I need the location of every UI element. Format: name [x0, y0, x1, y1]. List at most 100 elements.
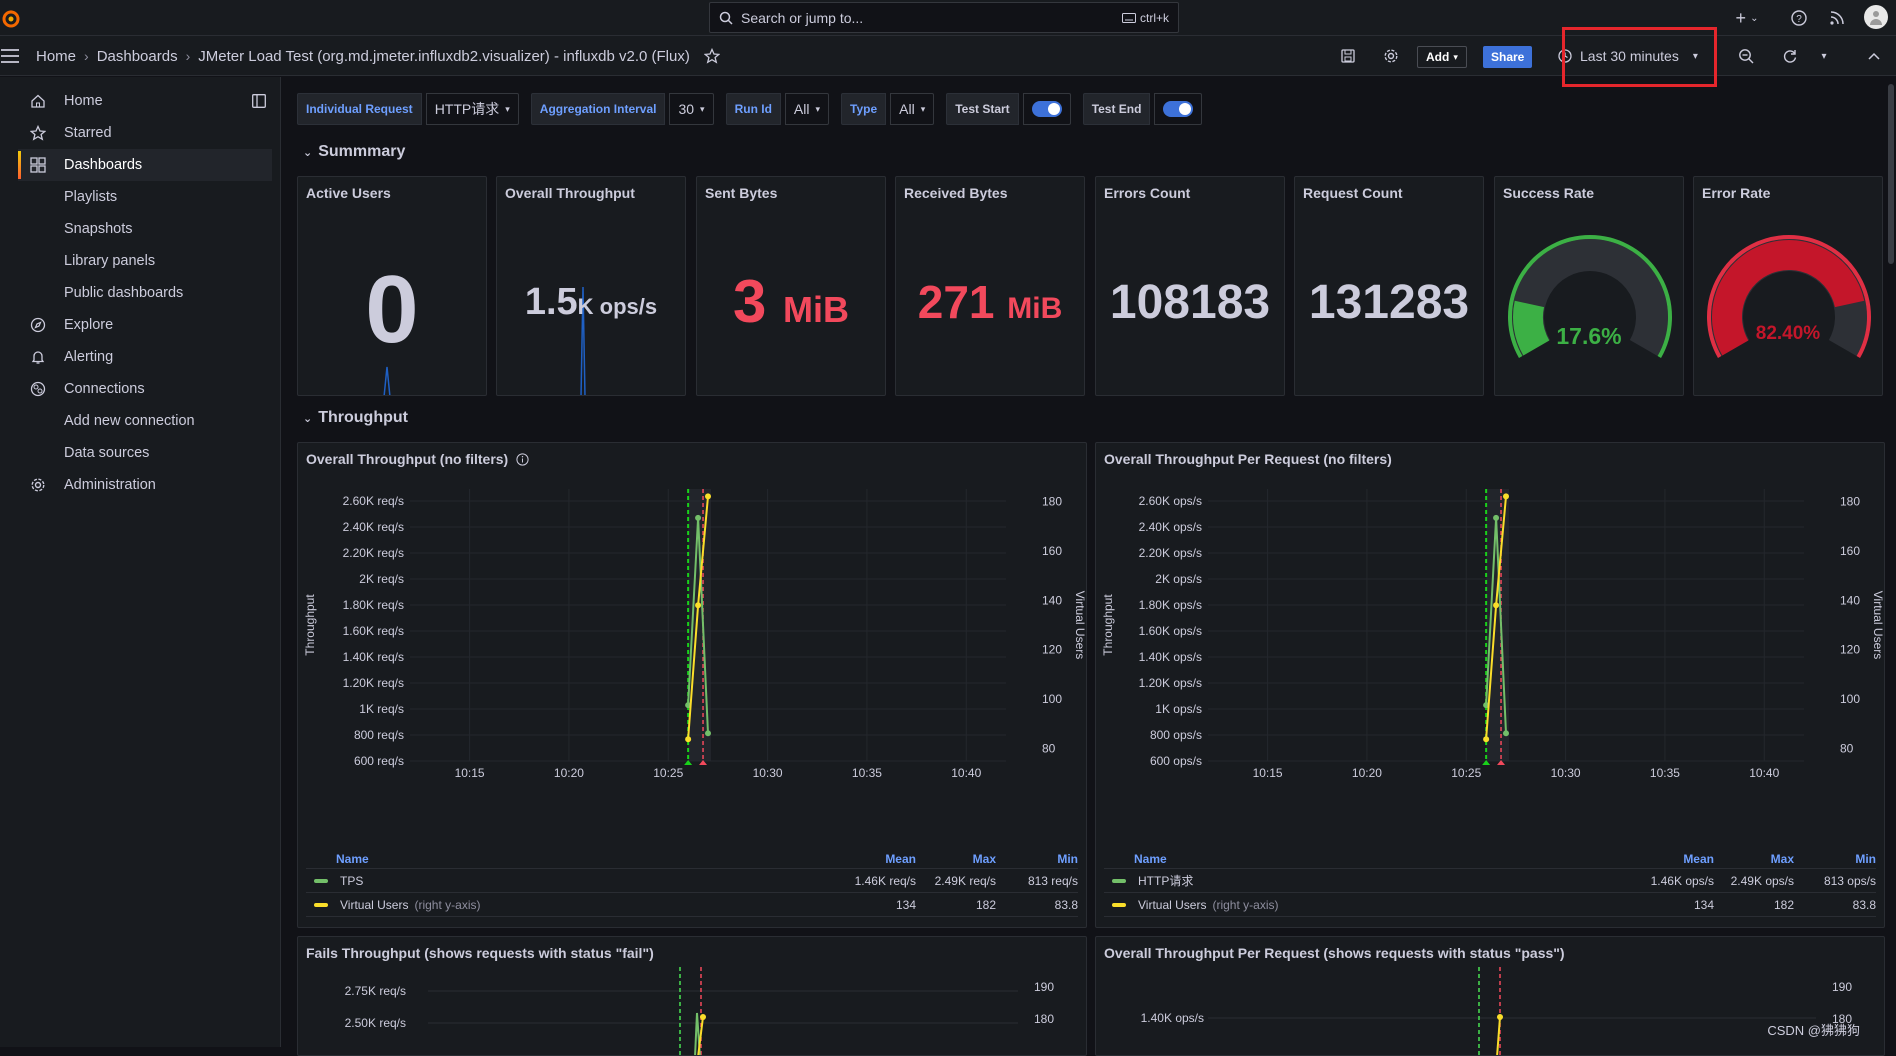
chart-legend: Name Mean Max Min HTTP请求 1.46K ops/s 2.4… — [1104, 849, 1876, 917]
legend-row[interactable]: HTTP请求 1.46K ops/s 2.49K ops/s 813 ops/s — [1104, 869, 1876, 893]
timeseries-panel-overall-throughput[interactable]: Overall Throughput (no filters) 600 req/… — [297, 442, 1087, 928]
zoom-out-icon[interactable] — [1736, 46, 1756, 66]
star-icon[interactable] — [704, 48, 720, 64]
var-select-type[interactable]: All▾ — [890, 93, 934, 125]
rss-news-icon[interactable] — [1827, 8, 1847, 28]
throughput-chart[interactable]: 600 req/s800 req/s1K req/s1.20K req/s1.4… — [298, 473, 1087, 843]
search-input[interactable]: Search or jump to... ctrl+k — [709, 2, 1179, 33]
search-shortcut: ctrl+k — [1122, 11, 1169, 25]
star-icon — [28, 123, 48, 143]
y2-tick-label: 100 — [1042, 692, 1062, 706]
refresh-interval-chevron-down-icon[interactable]: ▾ — [1814, 46, 1834, 66]
share-button[interactable]: Share — [1483, 46, 1532, 68]
row-summary[interactable]: ⌄ Summmary — [303, 143, 405, 161]
chevron-down-icon: ▾ — [921, 104, 926, 115]
sidebar-item-alerting[interactable]: Alerting — [18, 341, 272, 373]
y-tick-label: 600 ops/s — [1150, 754, 1202, 768]
y-tick-label: 800 ops/s — [1150, 728, 1202, 742]
toggle-switch[interactable] — [1163, 101, 1193, 117]
save-dashboard-icon[interactable] — [1338, 46, 1358, 66]
x-tick-label: 10:30 — [753, 766, 783, 780]
stat-panel-overall-throughput[interactable]: Overall Throughput 1.5K ops/s — [496, 176, 686, 396]
sidebar-item-data-sources[interactable]: Data sources — [18, 437, 272, 469]
timeseries-panel-fails-throughput[interactable]: Fails Throughput (shows requests with st… — [297, 936, 1087, 1056]
var-toggle-test-start[interactable] — [1023, 93, 1071, 125]
y2-tick-label: 120 — [1840, 643, 1860, 657]
stat-value: 0 — [298, 255, 486, 365]
breadcrumb-dashboards[interactable]: Dashboards — [97, 48, 178, 65]
sidebar-item-library-panels[interactable]: Library panels — [18, 245, 272, 277]
refresh-icon[interactable] — [1780, 46, 1800, 66]
toggle-switch[interactable] — [1032, 101, 1062, 117]
stat-panel-sent-bytes[interactable]: Sent Bytes 3 MiB — [696, 176, 886, 396]
throughput-per-request-chart[interactable]: 600 ops/s800 ops/s1K ops/s1.20K ops/s1.4… — [1096, 473, 1885, 843]
search-icon — [719, 11, 733, 25]
y-tick-label: 2.40K req/s — [343, 520, 404, 534]
stat-panel-errors-count[interactable]: Errors Count 108183 — [1095, 176, 1285, 396]
sidebar-item-public-dashboards[interactable]: Public dashboards — [18, 277, 272, 309]
compass-icon — [28, 315, 48, 335]
sidebar-item-dashboards[interactable]: Dashboards — [18, 149, 272, 181]
chevron-down-icon: ▾ — [700, 104, 705, 115]
fails-throughput-chart[interactable]: 2.75K req/s 2.50K req/s 190 180 — [298, 967, 1087, 1056]
legend-row[interactable]: Virtual Users(right y-axis) 134 182 83.8 — [1104, 893, 1876, 917]
var-select-run-id[interactable]: All▾ — [785, 93, 829, 125]
sidebar-item-connections[interactable]: Connections — [18, 373, 272, 405]
chevron-down-icon: ▾ — [815, 104, 820, 115]
sidebar-item-playlists[interactable]: Playlists — [18, 181, 272, 213]
y2-tick-label: 190 — [1034, 980, 1054, 994]
stat-panel-request-count[interactable]: Request Count 131283 — [1294, 176, 1484, 396]
new-menu-button[interactable]: + ⌄ — [1730, 8, 1764, 28]
user-avatar[interactable] — [1864, 5, 1888, 29]
highlight-box — [1562, 27, 1717, 87]
series-swatch — [314, 903, 328, 907]
plus-icon: + — [1736, 8, 1747, 29]
stat-panel-active-users[interactable]: Active Users 0 — [297, 176, 487, 396]
y2-axis-label: Virtual Users — [1073, 591, 1087, 659]
help-icon[interactable]: ? — [1789, 8, 1809, 28]
var-label-run-id: Run Id — [726, 93, 781, 125]
sidebar-item-snapshots[interactable]: Snapshots — [18, 213, 272, 245]
row-throughput[interactable]: ⌄ Throughput — [303, 409, 408, 427]
y-tick-label: 2.75K req/s — [345, 984, 406, 998]
pass-throughput-chart[interactable]: 1.40K ops/s 190 180 — [1096, 967, 1885, 1056]
y-tick-label: 800 req/s — [354, 728, 404, 742]
data-point — [705, 730, 711, 736]
y-axis-label: Throughput — [1101, 594, 1115, 656]
sidebar-item-add-new-connection[interactable]: Add new connection — [18, 405, 272, 437]
svg-text:?: ? — [1796, 14, 1802, 25]
var-toggle-test-end[interactable] — [1154, 93, 1202, 125]
menu-hamburger-icon[interactable] — [0, 46, 20, 66]
y2-tick-label: 80 — [1042, 742, 1056, 756]
sidebar-item-starred[interactable]: Starred — [18, 117, 272, 149]
var-label-test-start: Test Start — [946, 93, 1018, 125]
y-tick-label: 2.60K ops/s — [1139, 494, 1202, 508]
sidebar-item-administration[interactable]: Administration — [18, 469, 272, 501]
add-button[interactable]: Add ▾ — [1417, 46, 1467, 68]
search-placeholder: Search or jump to... — [741, 10, 863, 26]
legend-row[interactable]: TPS 1.46K req/s 2.49K req/s 813 req/s — [306, 869, 1078, 893]
dashboard-settings-gear-icon[interactable] — [1381, 46, 1401, 66]
gauge-panel-error-rate[interactable]: Error Rate 82.40% — [1693, 176, 1883, 396]
sidebar-item-home[interactable]: Home — [18, 85, 272, 117]
collapse-chevron-up-icon[interactable] — [1864, 46, 1884, 66]
x-tick-label: 10:40 — [1749, 766, 1779, 780]
var-select-individual-request[interactable]: HTTP请求▾ — [426, 93, 519, 125]
dashboard-title: JMeter Load Test (org.md.jmeter.influxdb… — [198, 48, 690, 65]
breadcrumb-home[interactable]: Home — [36, 48, 76, 65]
scrollbar[interactable] — [1888, 84, 1894, 264]
gauge-value: 82.40% — [1694, 323, 1882, 345]
stat-value: 271 MiB — [896, 275, 1084, 329]
grafana-logo-icon[interactable] — [0, 6, 22, 30]
gauge-panel-success-rate[interactable]: Success Rate 17.6% — [1494, 176, 1684, 396]
var-select-aggregation-interval[interactable]: 30▾ — [669, 93, 713, 125]
timeseries-panel-throughput-per-request[interactable]: Overall Throughput Per Request (no filte… — [1095, 442, 1885, 928]
y-tick-label: 1.20K req/s — [343, 676, 404, 690]
info-icon[interactable] — [516, 453, 529, 466]
sidebar-item-explore[interactable]: Explore — [18, 309, 272, 341]
legend-row[interactable]: Virtual Users(right y-axis) 134 182 83.8 — [306, 893, 1078, 917]
y-tick-label: 2.20K req/s — [343, 546, 404, 560]
y-tick-label: 1.40K ops/s — [1139, 650, 1202, 664]
stat-value: 3 MiB — [697, 267, 885, 336]
stat-panel-received-bytes[interactable]: Received Bytes 271 MiB — [895, 176, 1085, 396]
